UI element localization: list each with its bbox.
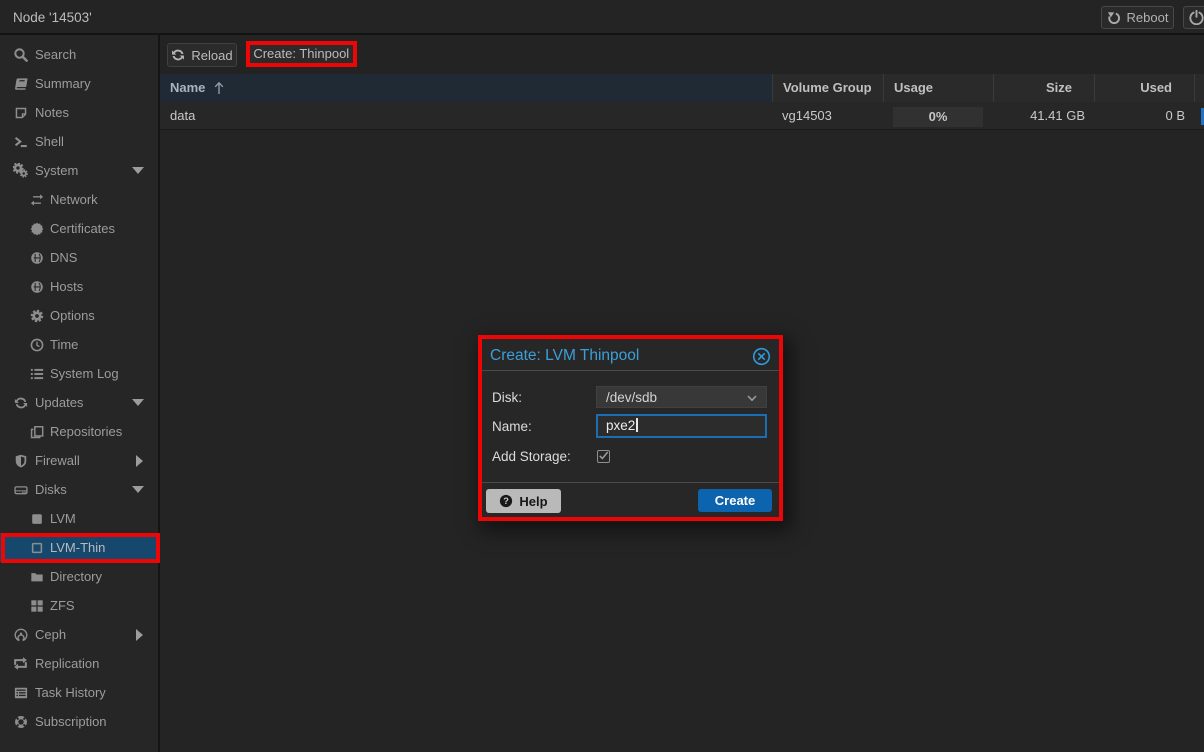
- svg-text:?: ?: [504, 496, 510, 506]
